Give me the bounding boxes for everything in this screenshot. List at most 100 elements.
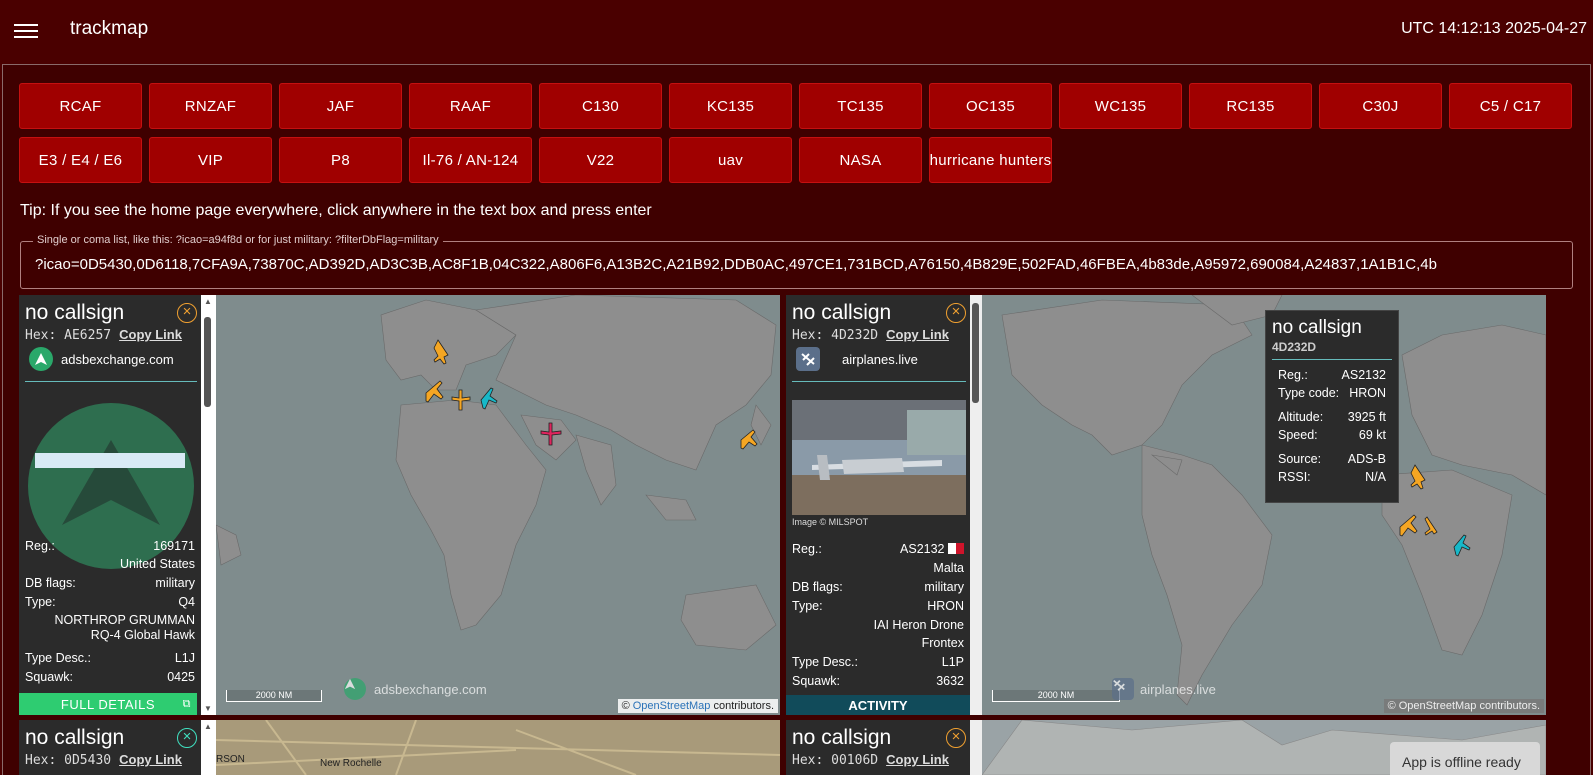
filter-button-c130[interactable]: C130 <box>539 83 662 129</box>
osm-link[interactable]: OpenStreetMap <box>633 700 711 712</box>
activity-button[interactable]: ACTIVITY <box>786 695 970 715</box>
squawk-row: Squawk: 0425 <box>25 670 195 684</box>
filter-button-raaf[interactable]: RAAF <box>409 83 532 129</box>
filter-button-uav[interactable]: uav <box>669 137 792 183</box>
filter-button-rc135[interactable]: RC135 <box>1189 83 1312 129</box>
filter-button-vip[interactable]: VIP <box>149 137 272 183</box>
city-map <box>216 720 780 775</box>
model-line-2: Frontex <box>921 636 964 650</box>
filter-button-jaf[interactable]: JAF <box>279 83 402 129</box>
aircraft-info-panel: no callsign × Hex: 4D232D Copy Link airpl… <box>786 295 970 715</box>
filter-button-rcaf[interactable]: RCAF <box>19 83 142 129</box>
filter-button-nasa[interactable]: NASA <box>799 137 922 183</box>
tooltip-reg-row: Reg.: AS2132 <box>1278 368 1386 382</box>
callsign: no callsign <box>792 301 892 324</box>
close-icon[interactable]: × <box>177 728 197 748</box>
dbflags-row: DB flags: military <box>25 576 195 590</box>
airplanes-live-logo-icon <box>1112 678 1134 700</box>
hex-value: AE6257 <box>64 328 112 343</box>
copy-link[interactable]: Copy Link <box>119 752 182 767</box>
filter-button-p8[interactable]: P8 <box>279 137 402 183</box>
adsbexchange-logo-icon <box>29 347 53 371</box>
filter-button-rnzaf[interactable]: RNZAF <box>149 83 272 129</box>
filter-button-oc135[interactable]: OC135 <box>929 83 1052 129</box>
airplanes-live-logo-icon <box>796 347 820 371</box>
callsign: no callsign <box>25 301 125 324</box>
reg-row: Reg.: 169171 <box>25 539 195 553</box>
close-icon[interactable]: × <box>946 728 966 748</box>
source-name: adsbexchange.com <box>61 351 174 367</box>
filter-row-1: RCAF RNZAF JAF RAAF C130 KC135 TC135 OC135 WC135… <box>19 83 1579 129</box>
type-row: Type: Q4 <box>25 595 195 609</box>
map-attribution: © OpenStreetMap contributors. <box>1383 699 1544 713</box>
query-input[interactable]: ?icao=0D5430,0D6118,7CFA9A,73870C,AD392D… <box>35 256 1562 273</box>
squawk-row: Squawk: 3632 <box>792 674 964 688</box>
tooltip-callsign: no callsign <box>1272 317 1362 338</box>
tooltip-rssi-row: RSSI: N/A <box>1278 470 1386 484</box>
map-panel[interactable]: 2000 NM airplanes.live © OpenStreetMap c… <box>982 295 1546 715</box>
callsign: no callsign <box>792 726 892 749</box>
callsign: no callsign <box>25 726 125 749</box>
map-watermark: airplanes.live <box>1112 678 1216 700</box>
map-label: New Rochelle <box>320 758 382 769</box>
model-line-1: IAI Heron Drone <box>873 618 964 632</box>
filter-button-c5-c17[interactable]: C5 / C17 <box>1449 83 1572 129</box>
copy-link[interactable]: Copy Link <box>119 327 182 342</box>
scrollbar-thumb[interactable] <box>972 303 979 403</box>
filter-button-tc135[interactable]: TC135 <box>799 83 922 129</box>
osm-link[interactable]: OpenStreetMap <box>1399 700 1477 712</box>
filter-button-v22[interactable]: V22 <box>539 137 662 183</box>
country: Malta <box>933 561 964 575</box>
filter-button-hurricane-hunters[interactable]: hurricane hunters <box>929 137 1052 183</box>
map-scale: 2000 NM <box>992 690 1120 702</box>
tooltip-speed-row: Speed: 69 kt <box>1278 428 1386 442</box>
aircraft-info-panel: no callsign × Hex: 0D5430 Copy Link <box>19 720 201 775</box>
close-icon[interactable]: × <box>177 303 197 323</box>
map-panel[interactable]: 2000 NM adsbexchange.com © OpenStreetMap… <box>216 295 780 715</box>
info-scrollbar[interactable]: ▲ ▼ <box>201 295 216 715</box>
filter-button-il-76-an-124[interactable]: Il-76 / AN-124 <box>409 137 532 183</box>
typedesc-row: Type Desc.: L1J <box>25 651 195 665</box>
map-panel[interactable]: RSON New Rochelle <box>216 720 780 775</box>
filter-button-wc135[interactable]: WC135 <box>1059 83 1182 129</box>
offline-toast: App is offline ready <box>1390 742 1540 775</box>
info-scrollbar[interactable] <box>970 720 982 775</box>
tooltip-alt-row: Altitude: 3925 ft <box>1278 410 1386 424</box>
tooltip-typecode-row: Type code: HRON <box>1278 386 1386 400</box>
aircraft-photo[interactable] <box>792 400 966 515</box>
scroll-up-icon[interactable]: ▲ <box>204 297 212 306</box>
divider <box>25 381 197 382</box>
close-icon[interactable]: × <box>946 303 966 323</box>
adsbexchange-logo-icon <box>344 678 366 700</box>
source-row[interactable]: airplanes.live <box>796 347 918 371</box>
filter-row-2: E3 / E4 / E6 VIP P8 Il-76 / AN-124 V22 uav NAS… <box>19 137 1059 183</box>
full-details-button[interactable]: FULL DETAILS ⧉ <box>19 693 197 715</box>
scroll-up-icon[interactable]: ▲ <box>204 722 212 731</box>
typedesc-row: Type Desc.: L1P <box>792 655 964 669</box>
image-credit: Image © MILSPOT <box>792 517 869 527</box>
scroll-down-icon[interactable]: ▼ <box>204 704 212 713</box>
menu-icon[interactable] <box>14 20 38 40</box>
aircraft-info-panel: no callsign × Hex: 00106D Copy Link <box>786 720 970 775</box>
world-map <box>1001 295 1546 706</box>
filter-button-kc135[interactable]: KC135 <box>669 83 792 129</box>
aircraft-info-panel: no callsign × Hex: AE6257 Copy Link adsbe… <box>19 295 201 715</box>
scrollbar-thumb[interactable] <box>204 317 211 407</box>
info-scrollbar[interactable]: ▲ <box>201 720 216 775</box>
tooltip-source-row: Source: ADS-B <box>1278 452 1386 466</box>
tooltip-hex: 4D232D <box>1272 340 1392 360</box>
hex-row: Hex: 0D5430 Copy Link <box>25 752 182 768</box>
external-link-icon: ⧉ <box>182 697 191 710</box>
hex-row: Hex: AE6257 Copy Link <box>25 327 182 343</box>
model-line-2: RQ-4 Global Hawk <box>90 628 195 642</box>
copy-link[interactable]: Copy Link <box>886 752 949 767</box>
aircraft-tooltip: no callsign 4D232D Reg.: AS2132 Type code… <box>1265 310 1399 503</box>
copy-link[interactable]: Copy Link <box>886 327 949 342</box>
country: United States <box>119 557 195 571</box>
reg-row: Reg.: AS2132 <box>792 542 964 556</box>
info-scrollbar[interactable] <box>970 295 982 715</box>
filter-button-e3-e4-e6[interactable]: E3 / E4 / E6 <box>19 137 142 183</box>
filter-button-c30j[interactable]: C30J <box>1319 83 1442 129</box>
source-row[interactable]: adsbexchange.com <box>29 347 174 371</box>
source-name: airplanes.live <box>842 351 918 367</box>
